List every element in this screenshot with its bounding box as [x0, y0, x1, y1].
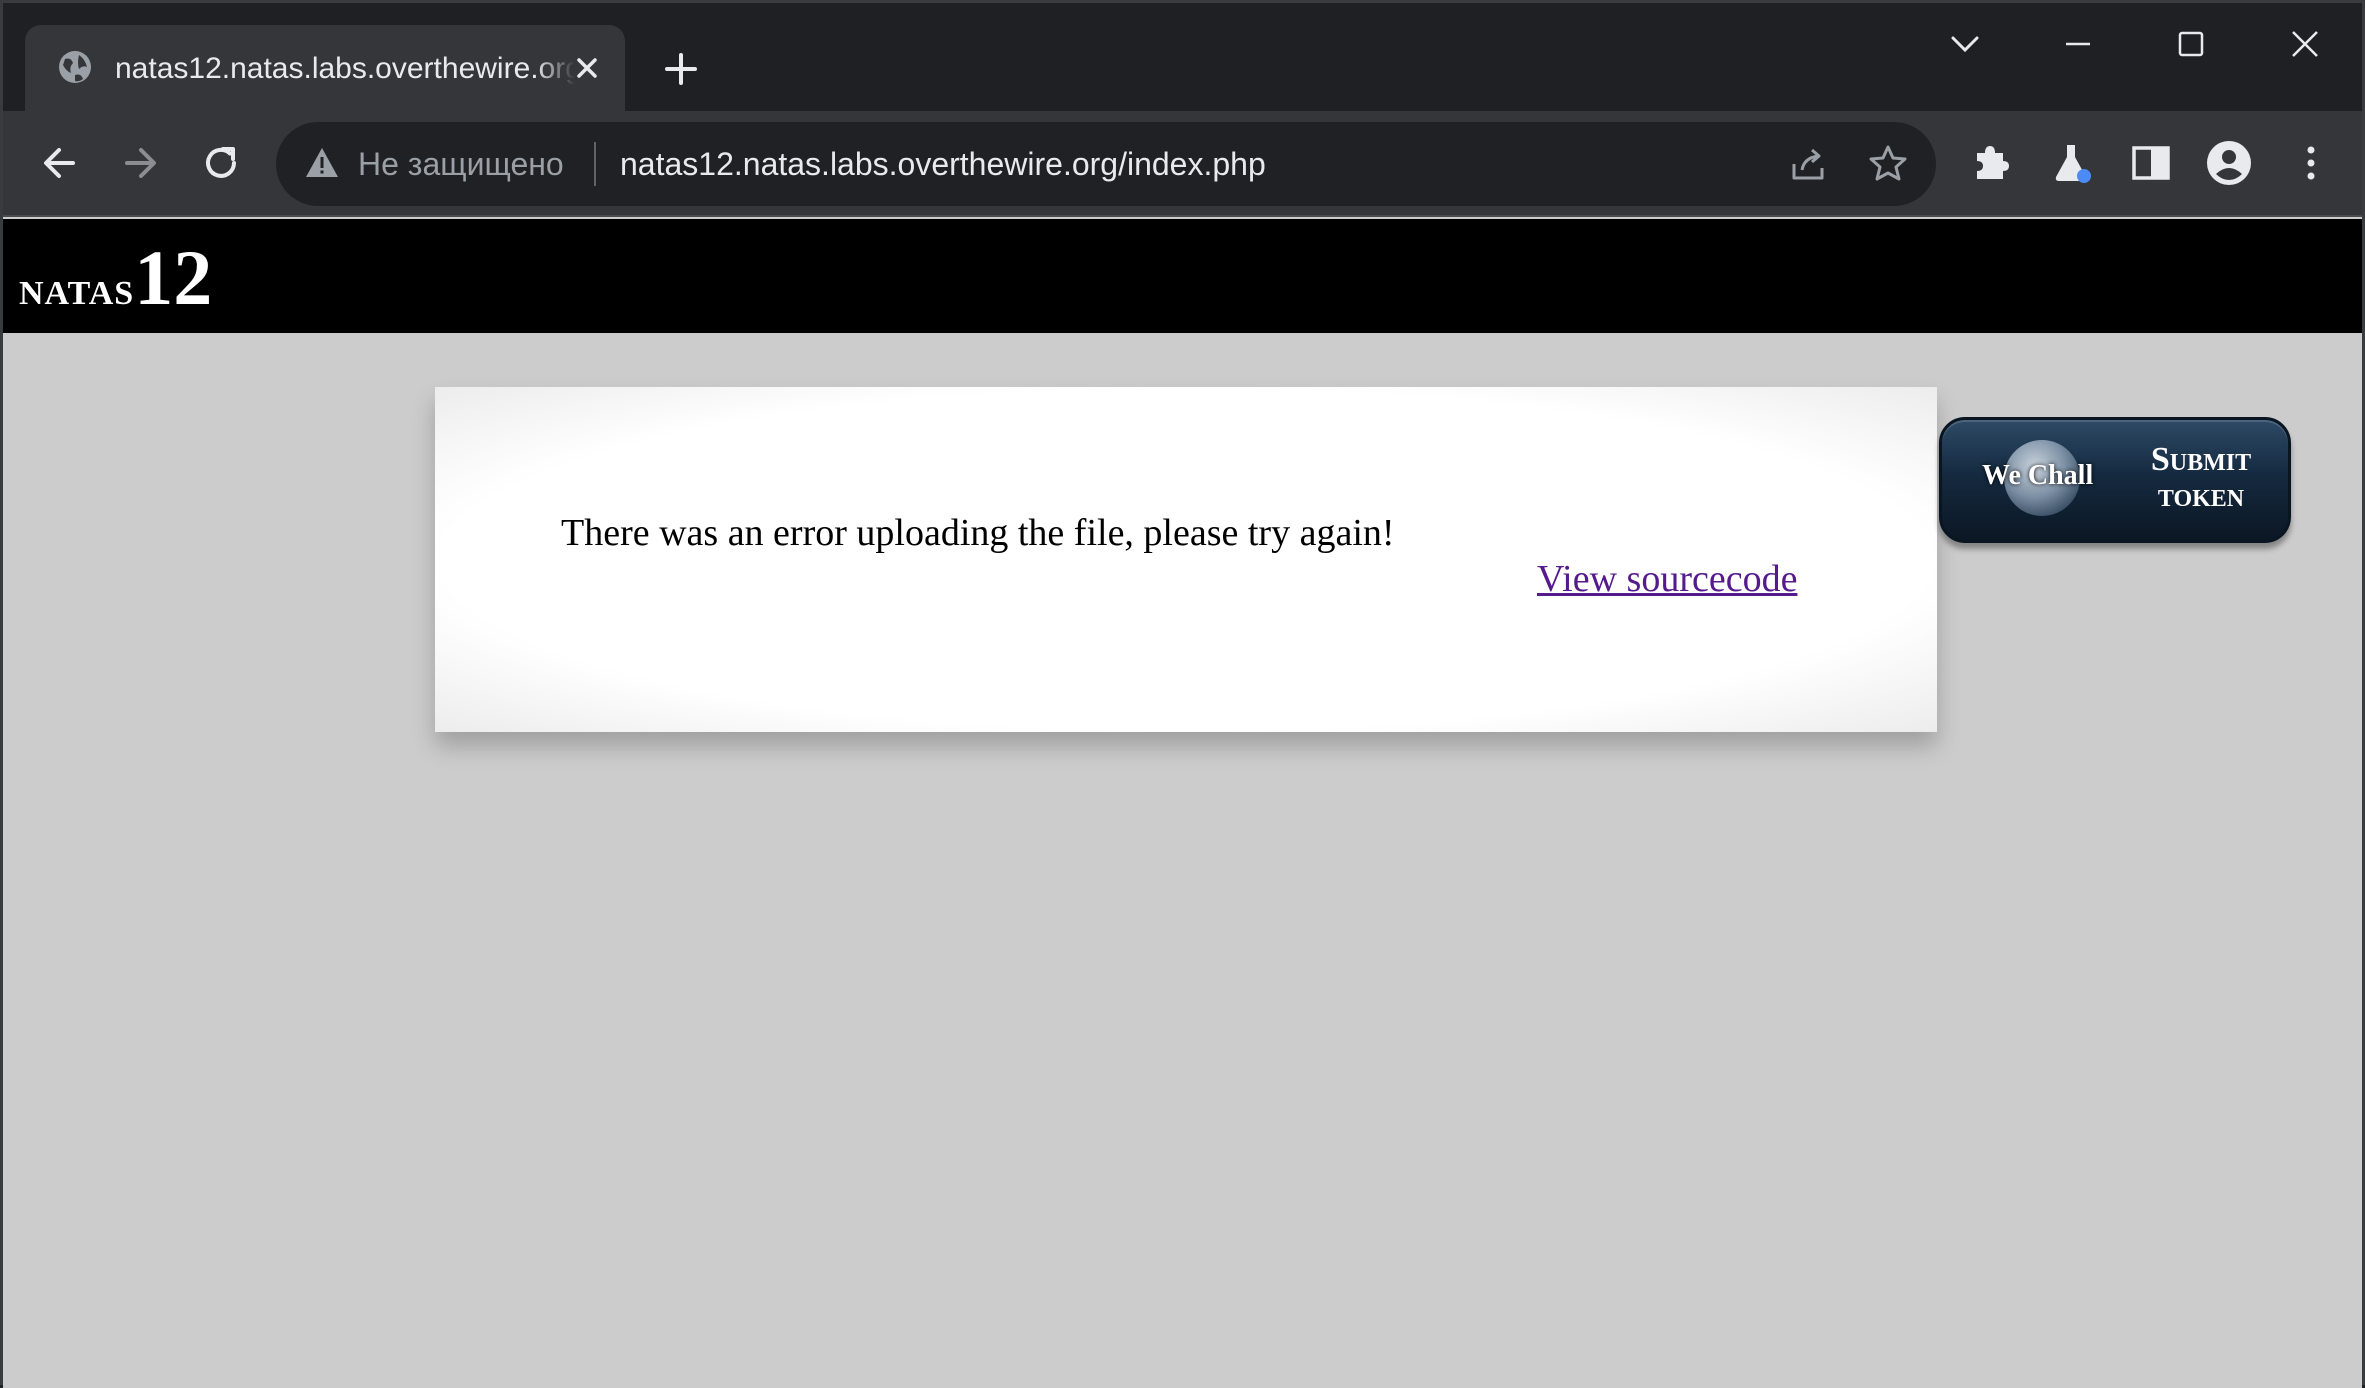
tab-search-button[interactable] [1925, 19, 2005, 69]
chevron-down-icon [1951, 36, 1979, 53]
warning-icon[interactable] [304, 146, 340, 180]
share-icon[interactable] [1786, 142, 1830, 186]
reload-icon[interactable] [195, 137, 247, 189]
arrow-left-icon[interactable] [33, 137, 85, 189]
maximize-button[interactable] [2151, 19, 2231, 69]
url-text[interactable]: natas12.natas.labs.overthewire.org/index… [620, 142, 1266, 186]
submit-label: Submit [2150, 441, 2252, 478]
star-icon[interactable] [1866, 142, 1910, 186]
content-box: There was an error uploading the file, p… [435, 387, 1937, 732]
view-sourcecode-link[interactable]: View sourcecode [1537, 557, 1797, 601]
profile-icon[interactable] [2205, 139, 2253, 187]
page-title: natas12 [19, 233, 212, 323]
title-word: natas [19, 262, 135, 315]
close-icon [2292, 31, 2318, 57]
title-level: 12 [134, 234, 213, 321]
page-viewport: natas12 There was an error uploading the… [3, 219, 2362, 1388]
plus-icon[interactable] [659, 47, 703, 91]
browser-window: natas12.natas.labs.overthewire.org/index… [0, 0, 2365, 1388]
close-window-button[interactable] [2265, 19, 2345, 69]
browser-toolbar: Не защищено natas12.natas.labs.overthewi… [3, 111, 2362, 217]
wechall-logo-text: We Chall [1982, 460, 2094, 491]
divider [594, 142, 596, 186]
arrow-right-icon[interactable] [115, 137, 167, 189]
side-panel-icon[interactable] [2127, 139, 2175, 187]
submit-token-button[interactable]: We Chall Submit token [1939, 417, 2291, 543]
flask-icon[interactable] [2047, 139, 2095, 187]
token-label: token [2157, 477, 2245, 514]
puzzle-icon[interactable] [1967, 139, 2015, 187]
minimize-button[interactable] [2038, 19, 2118, 69]
tab-strip: natas12.natas.labs.overthewire.org/index… [3, 3, 2362, 111]
natas-header: natas12 [3, 219, 2362, 333]
tab-active[interactable]: natas12.natas.labs.overthewire.org/index… [25, 25, 625, 111]
address-bar[interactable]: Не защищено natas12.natas.labs.overthewi… [276, 122, 1936, 206]
tab-title: natas12.natas.labs.overthewire.org/index… [115, 49, 575, 89]
security-label[interactable]: Не защищено [358, 142, 564, 186]
close-icon[interactable] [570, 51, 604, 85]
error-message: There was an error uploading the file, p… [561, 512, 1395, 554]
maximize-icon [2178, 31, 2204, 57]
submit-token-label: Submit token [2126, 442, 2276, 514]
globe-icon [59, 51, 91, 83]
minimize-icon [2066, 42, 2090, 46]
kebab-menu-icon[interactable] [2287, 139, 2335, 187]
